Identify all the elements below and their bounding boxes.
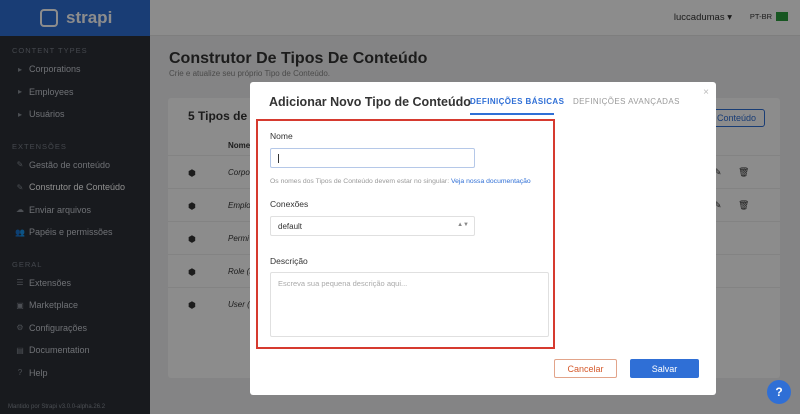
save-button[interactable]: Salvar xyxy=(630,359,699,378)
text-cursor xyxy=(278,154,279,163)
add-content-type-modal: Adicionar Novo Tipo de Conteúdo DEFINIÇÕ… xyxy=(250,82,716,395)
connections-select[interactable]: default ▲▼ xyxy=(270,216,475,236)
modal-title: Adicionar Novo Tipo de Conteúdo xyxy=(269,95,471,109)
cancel-button[interactable]: Cancelar xyxy=(554,359,617,378)
highlight-box: Nome Os nomes dos Tipos de Conteúdo deve… xyxy=(256,119,555,349)
documentation-link[interactable]: Veja nossa documentação xyxy=(451,178,531,185)
close-icon[interactable]: × xyxy=(703,87,709,98)
connections-label: Conexões xyxy=(270,199,309,209)
connections-value: default xyxy=(278,222,303,231)
name-hint: Os nomes dos Tipos de Conteúdo devem est… xyxy=(270,178,531,185)
description-label: Descrição xyxy=(270,256,308,266)
hint-text: Os nomes dos Tipos de Conteúdo devem est… xyxy=(270,178,450,185)
tab-basic-settings[interactable]: DEFINIÇÕES BÁSICAS xyxy=(470,97,564,106)
help-button[interactable]: ? xyxy=(767,380,791,404)
tab-advanced-settings[interactable]: DEFINIÇÕES AVANÇADAS xyxy=(573,97,680,106)
name-label: Nome xyxy=(270,131,293,141)
active-tab-indicator xyxy=(470,113,554,115)
name-input[interactable] xyxy=(270,148,475,168)
select-arrows-icon: ▲▼ xyxy=(457,222,469,228)
description-textarea[interactable]: Escreva sua pequena descrição aqui... xyxy=(270,272,549,337)
